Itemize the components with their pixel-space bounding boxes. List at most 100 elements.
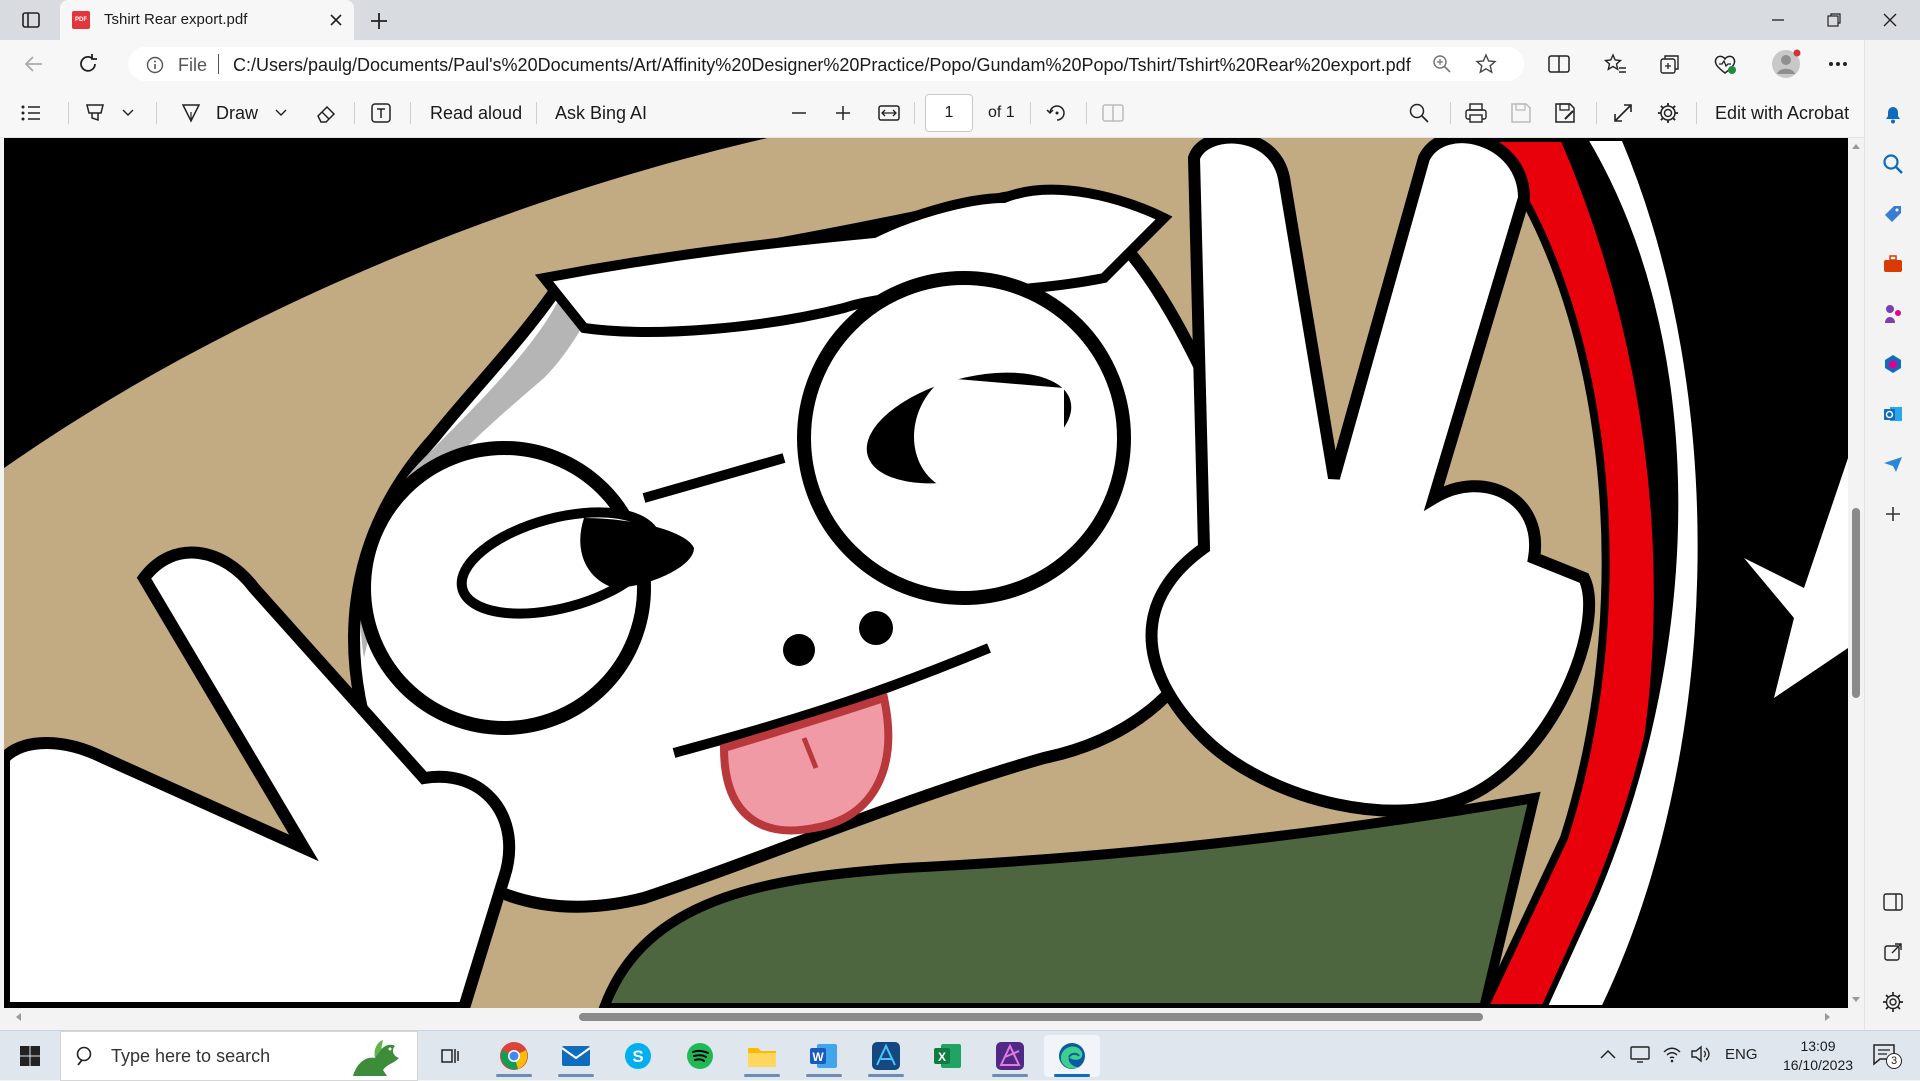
clock[interactable]: 13:09 16/10/2023 (1778, 1037, 1858, 1075)
fit-to-width-icon[interactable] (878, 100, 900, 126)
scroll-right-icon[interactable] (1824, 1012, 1832, 1022)
print-icon[interactable] (1464, 100, 1488, 126)
split-screen-icon[interactable] (1547, 52, 1571, 76)
excel-app-icon[interactable]: X (920, 1035, 976, 1077)
games-icon[interactable] (1879, 300, 1907, 328)
settings-gear-icon[interactable] (1656, 100, 1680, 126)
scroll-left-icon[interactable] (14, 1012, 22, 1022)
svg-text:X: X (938, 1050, 946, 1064)
horizontal-scrollbar[interactable] (4, 1008, 1864, 1024)
scroll-down-icon[interactable] (1851, 996, 1861, 1004)
windows-taskbar: Type here to search S W X ENG 13:09 16/1… (0, 1030, 1920, 1081)
minimize-icon[interactable] (1750, 0, 1805, 40)
chevron-down-icon[interactable] (275, 100, 287, 126)
toolbar-divider (354, 102, 355, 124)
tab-actions-icon[interactable] (14, 6, 48, 34)
affinity-designer-app-icon[interactable] (858, 1035, 914, 1077)
close-tab-icon[interactable] (326, 10, 346, 30)
profile-avatar[interactable] (1770, 48, 1802, 80)
taskbar-search-box[interactable]: Type here to search (60, 1031, 418, 1081)
contents-icon[interactable] (20, 100, 42, 126)
more-options-icon[interactable] (1826, 52, 1850, 76)
vertical-scrollbar[interactable] (1848, 138, 1864, 1008)
highlight-icon[interactable] (84, 100, 106, 126)
read-aloud-label: Read aloud (430, 102, 523, 123)
drop-send-icon[interactable] (1879, 450, 1907, 478)
windows-start-icon[interactable] (2, 1035, 58, 1077)
info-icon[interactable] (146, 56, 164, 79)
toolbar-divider (410, 102, 411, 124)
text-box-icon[interactable] (370, 100, 392, 126)
close-window-icon[interactable] (1862, 0, 1917, 40)
vertical-scroll-thumb[interactable] (1852, 508, 1860, 698)
favorite-star-icon[interactable] (1474, 52, 1498, 76)
running-indicator (806, 1074, 842, 1077)
address-divider (218, 54, 219, 74)
pdf-page-view[interactable] (4, 138, 1848, 1008)
wifi-icon[interactable] (1662, 1045, 1682, 1068)
zoom-in-icon[interactable] (834, 100, 852, 126)
collections-icon[interactable] (1658, 52, 1682, 76)
toolbar-divider (536, 102, 537, 124)
eraser-icon[interactable] (315, 100, 337, 126)
new-tab-icon[interactable] (366, 8, 392, 34)
edit-with-acrobat-button[interactable]: Edit with Acrobat (1715, 100, 1849, 126)
open-external-icon[interactable] (1879, 938, 1907, 966)
edge-app-icon[interactable] (1044, 1035, 1100, 1077)
browser-essentials-icon[interactable] (1713, 52, 1737, 76)
save-icon[interactable] (1510, 100, 1532, 126)
search-icon[interactable] (1879, 150, 1907, 178)
skype-app-icon[interactable]: S (610, 1035, 666, 1077)
horizontal-scroll-thumb[interactable] (579, 1013, 1483, 1021)
zoom-icon[interactable] (1430, 52, 1454, 76)
mail-app-icon[interactable] (548, 1035, 604, 1077)
scroll-up-icon[interactable] (1851, 142, 1861, 150)
sidebar-settings-gear-icon[interactable] (1879, 988, 1907, 1016)
tools-briefcase-icon[interactable] (1879, 250, 1907, 278)
fullscreen-icon[interactable] (1612, 100, 1634, 126)
spotify-app-icon[interactable] (672, 1035, 728, 1077)
draw-button[interactable]: Draw (180, 100, 258, 126)
microsoft-365-icon[interactable] (1879, 350, 1907, 378)
running-indicator (496, 1074, 532, 1077)
volume-icon[interactable] (1690, 1045, 1710, 1068)
search-icon[interactable] (1408, 100, 1430, 126)
shopping-tag-icon[interactable] (1879, 200, 1907, 228)
refresh-icon[interactable] (76, 52, 100, 76)
add-icon[interactable] (1879, 500, 1907, 528)
clock-date: 16/10/2023 (1782, 1057, 1854, 1073)
url-text[interactable]: C:/Users/paulg/Documents/Paul's%20Docume… (233, 55, 1411, 76)
toolbar-divider (1030, 102, 1031, 124)
file-explorer-app-icon[interactable] (734, 1035, 790, 1077)
chrome-app-icon[interactable] (486, 1035, 542, 1077)
rotate-icon[interactable] (1046, 100, 1068, 126)
page-number-input[interactable]: 1 (925, 94, 973, 132)
read-aloud-button[interactable]: Read aloud (430, 100, 522, 126)
outlook-icon[interactable] (1879, 400, 1907, 428)
affinity-photo-app-icon[interactable] (982, 1035, 1038, 1077)
language-indicator[interactable]: ENG (1725, 1046, 1758, 1063)
page-total: of 1 (988, 104, 1015, 121)
display-tray-icon[interactable] (1630, 1045, 1650, 1068)
chevron-down-icon[interactable] (122, 100, 134, 126)
zoom-out-icon[interactable] (790, 100, 808, 126)
toolbar-divider (68, 102, 69, 124)
word-app-icon[interactable]: W (796, 1035, 852, 1077)
ask-bing-button[interactable]: Ask Bing AI (555, 100, 647, 126)
sidebar-toggle-icon[interactable] (1879, 888, 1907, 916)
search-icon (76, 1046, 92, 1066)
favorites-icon[interactable] (1603, 52, 1627, 76)
tab-pdf-document[interactable]: PDF Tshirt Rear export.pdf (60, 0, 354, 40)
restore-icon[interactable] (1806, 0, 1861, 40)
clock-time: 13:09 (1800, 1038, 1836, 1054)
back-icon[interactable] (22, 52, 46, 76)
page-view-icon[interactable] (1102, 100, 1124, 126)
running-indicator (868, 1074, 904, 1077)
notifications-bell-icon[interactable] (1879, 100, 1907, 128)
address-bar[interactable]: File C:/Users/paulg/Documents/Paul's%20D… (128, 47, 1524, 81)
notification-center-icon[interactable]: 3 (1872, 1043, 1902, 1074)
save-as-icon[interactable] (1554, 100, 1576, 126)
toolbar-divider (1086, 102, 1087, 124)
task-view-icon[interactable] (422, 1035, 478, 1077)
chevron-up-icon[interactable] (1600, 1046, 1616, 1064)
